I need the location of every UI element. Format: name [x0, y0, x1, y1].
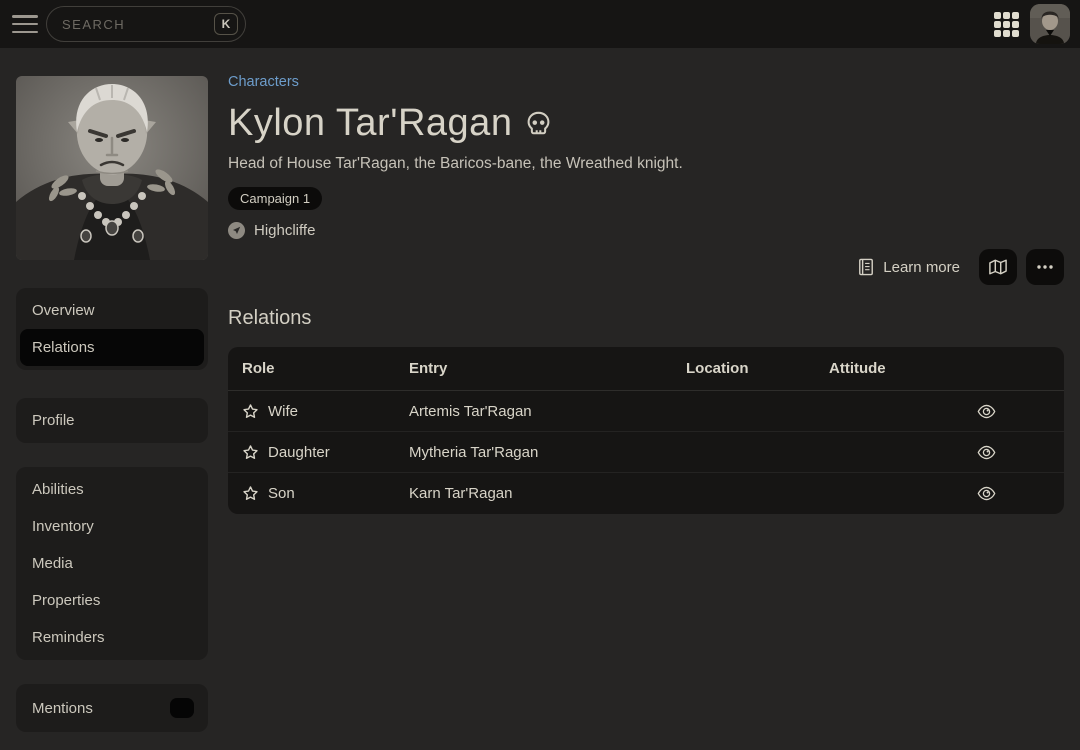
column-header-role: Role: [228, 360, 409, 377]
sidebar-item-mentions[interactable]: Mentions: [16, 684, 208, 732]
star-icon[interactable]: [242, 444, 259, 461]
campaign-tag[interactable]: Campaign 1: [228, 187, 322, 210]
top-bar: K: [0, 0, 1080, 48]
learn-more-button[interactable]: Learn more: [858, 258, 960, 276]
breadcrumb: Characters: [228, 74, 1064, 90]
star-icon[interactable]: [242, 403, 259, 420]
sidebar-item-reminders[interactable]: Reminders: [20, 619, 204, 656]
table-row: Son Karn Tar'Ragan: [228, 473, 1064, 514]
ellipsis-icon: [1036, 264, 1054, 270]
sidebar-item-overview[interactable]: Overview: [20, 292, 204, 329]
topbar-right: [993, 4, 1070, 44]
entity-actions: Learn more: [228, 249, 1064, 285]
search-box[interactable]: K: [46, 6, 246, 42]
entity-sidebar: Overview Relations Profile Abilities Inv…: [16, 76, 208, 732]
map-icon: [988, 258, 1008, 276]
relation-role: Son: [268, 485, 295, 502]
sidebar-item-abilities[interactable]: Abilities: [20, 471, 204, 508]
sidebar-item-relations[interactable]: Relations: [20, 329, 204, 366]
character-subtitle: Head of House Tar'Ragan, the Baricos-ban…: [228, 155, 1064, 173]
learn-more-label: Learn more: [883, 259, 960, 276]
avatar[interactable]: [1030, 4, 1070, 44]
relation-entry-link[interactable]: Karn Tar'Ragan: [409, 485, 512, 502]
relation-entry-link[interactable]: Mytheria Tar'Ragan: [409, 444, 538, 461]
character-portrait[interactable]: [16, 76, 208, 260]
more-options-button[interactable]: [1026, 249, 1064, 285]
relation-role: Daughter: [268, 444, 330, 461]
mentions-badge: [170, 698, 194, 718]
search-shortcut-badge: K: [214, 13, 238, 35]
column-header-attitude: Attitude: [829, 360, 969, 377]
sidebar-item-properties[interactable]: Properties: [20, 582, 204, 619]
nav-card-primary: Overview Relations: [16, 288, 208, 370]
column-header-entry: Entry: [409, 360, 686, 377]
column-header-location: Location: [686, 360, 829, 377]
nav-card-secondary: Abilities Inventory Media Properties Rem…: [16, 467, 208, 660]
relation-entry-link[interactable]: Artemis Tar'Ragan: [409, 403, 532, 420]
grid-icon[interactable]: [993, 11, 1020, 38]
mentions-label: Mentions: [32, 700, 93, 717]
eye-icon[interactable]: [977, 486, 996, 501]
skull-icon: [525, 110, 552, 137]
relations-heading: Relations: [228, 307, 1064, 330]
location-link[interactable]: Highcliffe: [228, 222, 315, 239]
nav-card-profile: Profile: [16, 398, 208, 443]
search-input[interactable]: [62, 17, 214, 32]
hamburger-icon[interactable]: [12, 15, 38, 33]
book-icon: [858, 258, 874, 276]
eye-icon[interactable]: [977, 445, 996, 460]
relation-role: Wife: [268, 403, 298, 420]
table-header-row: Role Entry Location Attitude: [228, 347, 1064, 391]
table-row: Daughter Mytheria Tar'Ragan: [228, 432, 1064, 473]
main-content: Characters Kylon Tar'Ragan Head of House…: [228, 48, 1064, 514]
relations-table: Role Entry Location Attitude Wife Artemi…: [228, 347, 1064, 514]
page-title: Kylon Tar'Ragan: [228, 102, 512, 145]
table-row: Wife Artemis Tar'Ragan: [228, 391, 1064, 432]
eye-icon[interactable]: [977, 404, 996, 419]
map-button[interactable]: [979, 249, 1017, 285]
navigation-icon: [228, 222, 245, 239]
sidebar-item-inventory[interactable]: Inventory: [20, 508, 204, 545]
location-name: Highcliffe: [254, 222, 315, 239]
sidebar-item-media[interactable]: Media: [20, 545, 204, 582]
sidebar-item-profile[interactable]: Profile: [20, 402, 204, 439]
breadcrumb-characters-link[interactable]: Characters: [228, 74, 299, 90]
star-icon[interactable]: [242, 485, 259, 502]
